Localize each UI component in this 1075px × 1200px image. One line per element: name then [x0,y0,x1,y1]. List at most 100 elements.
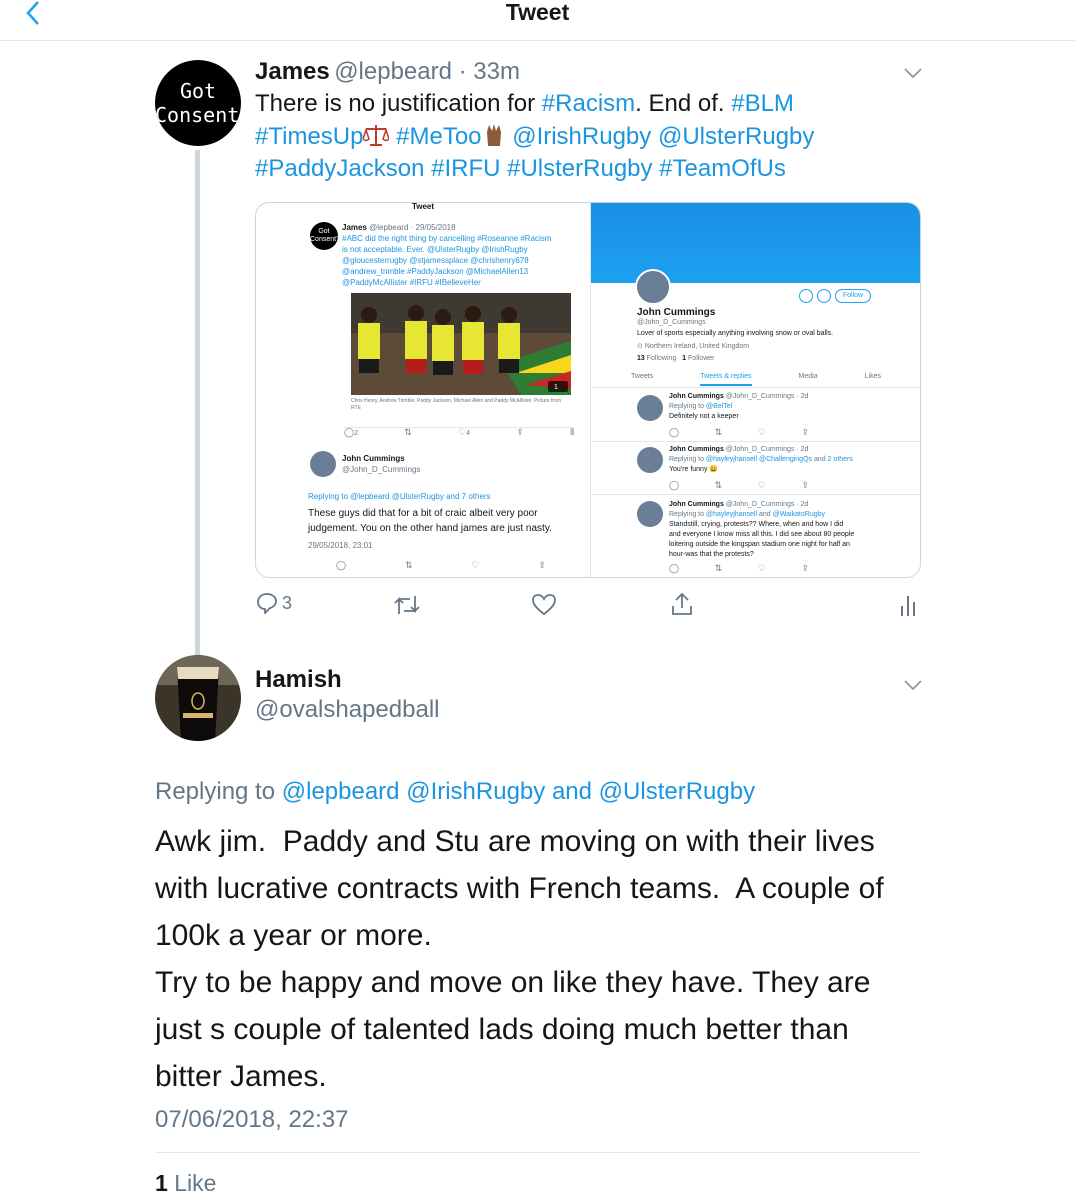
embedded-reply-text: These guys did that for a bit of craic a… [308,506,552,536]
profile-handle: @John_D_Cummings [637,319,706,326]
embedded-text-line: @gloucesterrugby @stjamessplace @chrishe… [342,256,529,265]
reply-count: 3 [282,592,293,613]
embedded-action-bar: ◯ ⇅ ♡ ⇪ [336,560,546,571]
tab-media: Media [798,373,818,380]
avatar[interactable]: Got Consent? [155,60,241,146]
hashtag-line[interactable]: #PaddyJackson #IRFU #UlsterRugby #TeamOf… [255,153,895,186]
tweet-text-segment: . End of. [635,90,732,117]
tweet-avatar [637,447,663,473]
reply-line: These guys did that for a bit of craic a… [308,508,538,519]
reply-handle: @John_D_Cummings [342,465,421,474]
tweet-text-segment: There is no justification for [255,90,542,117]
reply-line: just s couple of talented lads doing muc… [155,1013,849,1046]
mention-link[interactable]: @UlsterRugby [658,123,814,150]
notification-icon [799,289,813,303]
tweet-header: James @lepbeard · 33m [255,58,520,85]
replying-to: Replying to @lepbeard @IrishRugby and @U… [155,778,755,806]
reply-icon: ◯2 [344,427,358,437]
analytics-icon: ⫴ [570,427,574,437]
embedded-header: James @lepbeard · 29/05/2018 [342,222,456,233]
retweet-icon: ⇅ [404,560,413,570]
hashtag-link[interactable]: #Racism [542,90,635,117]
share-icon[interactable] [670,592,694,616]
chevron-down-icon[interactable] [904,68,922,78]
embedded-text-line: @andrew_trimble #PaddyJackson @MichaelAl… [342,267,529,276]
tweet-time[interactable]: 33m [473,58,520,85]
embedded-handle: @lepbeard · 29/05/2018 [369,223,456,232]
guinness-pint-photo [155,655,241,741]
avatar[interactable] [155,655,241,741]
like-count-label: Like [174,1170,217,1196]
embedded-profile-panel: Follow John Cummings @John_D_Cummings Lo… [591,203,920,577]
embedded-text: #ABC did the right thing by cancelling #… [342,233,551,288]
divider [155,1152,920,1153]
mention-link[interactable]: @IrishRugby [406,778,545,805]
divider [591,441,920,442]
reply-line: with lucrative contracts with French tea… [155,872,884,905]
profile-tweet: John Cummings @John_D_Cummings · 2d Repl… [669,501,855,558]
retweet-icon: ⇅ [404,427,412,437]
profile-banner [591,203,920,283]
tab-tweets-replies: Tweets & replies [700,372,752,386]
likes-count[interactable]: 1 Like [155,1170,216,1197]
embedded-avatar: Got Consent? [310,222,340,250]
hashtag-link[interactable]: #BLM [731,90,794,117]
reply-author-handle[interactable]: @ovalshapedball [255,696,440,724]
profile-tabs: Tweets Tweets & replies Media Likes [631,372,920,386]
scales-emoji-icon [362,124,391,146]
mention-link[interactable]: @IrishRugby [512,123,651,150]
replying-to: Replying to @lepbeard @UlsterRugby and 7… [308,492,491,501]
avatar-text: Got [318,228,330,235]
share-icon: ⇪ [538,560,546,570]
analytics-icon[interactable] [900,594,916,616]
thread-connector-line [195,150,200,655]
embedded-author: James [342,223,367,232]
tweet-avatar [637,501,663,527]
reply-timestamp: 29/05/2018, 23:01 [308,541,373,550]
tweet-action-bar: ◯ ⇅ ♡ ⇪ [669,563,809,573]
retweet-icon[interactable] [394,594,420,616]
like-icon: ♡ [471,560,480,570]
reply-line: Awk jim. Paddy and Stu are moving on wit… [155,825,875,858]
reply-button[interactable]: 3 [256,592,292,614]
photo-caption: Chris Henry, Andrew Trimble, Paddy Jacks… [351,398,561,411]
reply-line: judgement. You on the other hand james a… [308,523,552,534]
photo-count-badge: 1 [554,384,558,391]
like-icon[interactable] [532,594,556,616]
reply-line: 100k a year or more. [155,919,432,952]
tweet-avatar [637,395,663,421]
reply-icon: ◯ [336,560,347,570]
rugby-players-photo [351,293,571,395]
mention-link[interactable]: @lepbeard [282,778,400,805]
embedded-reply-header: John Cummings @John_D_Cummings [342,453,420,475]
avatar-text: Consent? [310,236,340,243]
author-handle[interactable]: @lepbeard [334,58,452,85]
embedded-text-line: #ABC did the right thing by cancelling #… [342,234,552,243]
attached-image[interactable]: Tweet Got Consent? James @lepbeard · 29/… [255,202,921,578]
follow-button: Follow [835,289,871,303]
embedded-tweet-panel: Tweet Got Consent? James @lepbeard · 29/… [256,203,591,577]
reply-author-name[interactable]: Hamish [255,666,342,694]
avatar-text: Got [179,79,217,103]
divider [591,387,920,388]
profile-location: ⊙ Northern Ireland, United Kingdom [637,343,750,350]
page-title: Tweet [505,0,570,25]
reply-author: John Cummings [342,454,405,463]
tweet-text: There is no justification for #Racism. E… [255,88,895,186]
profile-stats: 13 Following 1 Follower [637,355,715,362]
avatar-text: Consent? [155,103,241,127]
profile-avatar [635,269,671,305]
reply-line: bitter James. [155,1060,327,1093]
tab-tweets: Tweets [631,373,654,380]
mention-link[interactable]: @UlsterRugby [599,778,755,805]
like-icon: ♡4 [458,427,471,437]
embedded-action-bar: ◯2 ⇅ ♡4 ⇪ ⫴ [344,427,574,439]
reply-icon [257,593,277,614]
reply-text: Awk jim. Paddy and Stu are moving on wit… [155,818,955,1100]
author-name[interactable]: James [255,58,330,85]
chevron-down-icon[interactable] [904,680,922,690]
top-bar: Tweet [0,0,1075,41]
hashtag-link[interactable]: #MeToo [396,123,481,150]
hashtag-link[interactable]: #TimesUp [255,123,363,150]
profile-name: John Cummings [637,307,716,318]
